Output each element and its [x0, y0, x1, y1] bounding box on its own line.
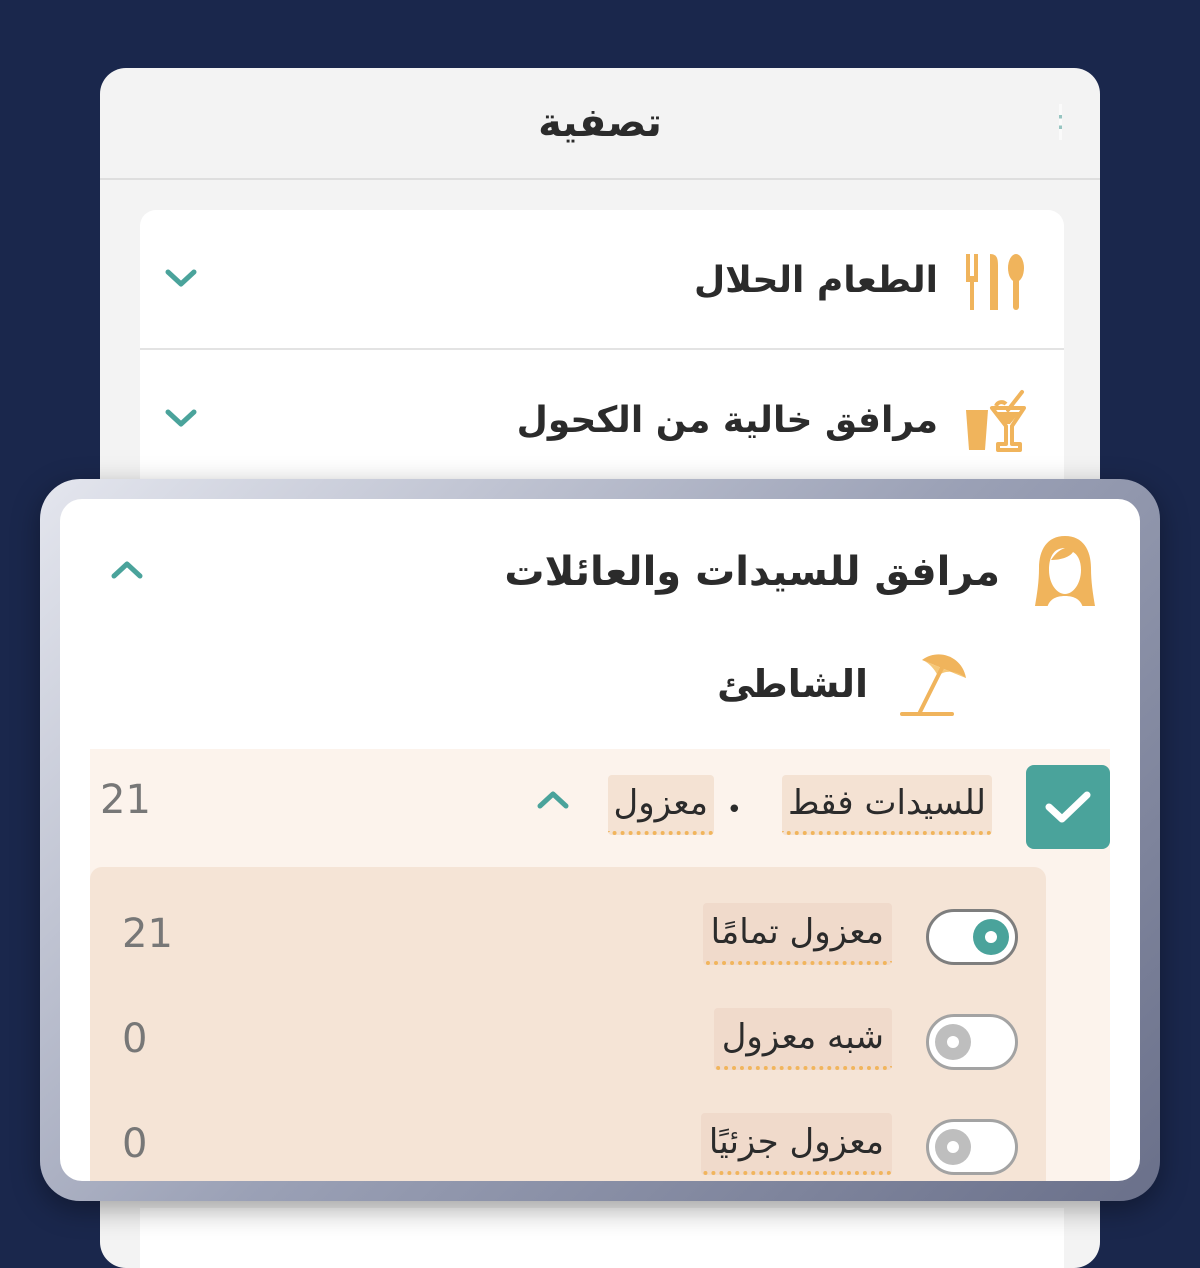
subcategory-label: الشاطئ: [717, 662, 868, 706]
tag-separator: •: [726, 795, 742, 825]
category-label: الطعام الحلال: [693, 259, 938, 301]
category-label: مرافق للسيدات والعائلات: [504, 549, 1000, 595]
level-label[interactable]: معزول تمامًا: [702, 903, 892, 965]
level-fully-isolated[interactable]: معزول تمامًا 21: [90, 887, 1046, 987]
beach-umbrella-icon: [898, 649, 970, 719]
toggle-knob: [935, 1129, 971, 1165]
category-alcohol-free-row[interactable]: مرافق خالية من الكحول: [164, 384, 1026, 456]
chevron-down-icon[interactable]: [164, 267, 198, 293]
checkmark-icon: [1045, 791, 1091, 823]
cutlery-icon: [962, 248, 1026, 312]
panel-title: تصفية: [538, 100, 662, 146]
toggle-knob: [973, 919, 1009, 955]
radio-toggle[interactable]: [926, 909, 1018, 965]
woman-icon: [1030, 532, 1100, 612]
isolation-levels: معزول تمامًا 21 شبه معزول 0 معزول جزئيًا…: [90, 867, 1046, 1181]
panel-header: تصفية: [100, 68, 1100, 180]
level-semi-isolated[interactable]: شبه معزول 0: [90, 992, 1046, 1092]
radio-toggle[interactable]: [926, 1014, 1018, 1070]
chevron-down-icon[interactable]: [164, 407, 198, 433]
option-women-only-isolated[interactable]: للسيدات فقط • معزول 21: [90, 749, 1110, 861]
tag-women-only[interactable]: للسيدات فقط: [781, 775, 992, 835]
level-label[interactable]: شبه معزول: [713, 1008, 892, 1070]
category-halal-row[interactable]: الطعام الحلال: [164, 244, 1026, 316]
mocktail-icon: [962, 388, 1026, 452]
category-halal-food[interactable]: الطعام الحلال: [140, 210, 1064, 350]
level-label[interactable]: معزول جزئيًا: [700, 1113, 892, 1175]
next-card-edge: [140, 1208, 1064, 1268]
category-women-row[interactable]: مرافق للسيدات والعائلات: [110, 517, 1100, 627]
scroll-indicator: [1059, 104, 1062, 140]
chevron-up-icon[interactable]: [536, 789, 570, 815]
toggle-knob: [935, 1024, 971, 1060]
tag-isolated[interactable]: معزول: [607, 775, 714, 835]
level-count: 0: [122, 1016, 148, 1062]
option-checkbox[interactable]: [1026, 765, 1110, 849]
level-count: 0: [122, 1121, 148, 1167]
level-count: 21: [122, 911, 173, 957]
radio-toggle[interactable]: [926, 1119, 1018, 1175]
category-label: مرافق خالية من الكحول: [516, 399, 938, 441]
chevron-up-icon[interactable]: [110, 559, 144, 585]
category-alcohol-free[interactable]: مرافق خالية من الكحول: [140, 350, 1064, 500]
level-partially-isolated[interactable]: معزول جزئيًا 0: [90, 1097, 1046, 1181]
category-women-families: مرافق للسيدات والعائلات الشاطئ للسيدات ف…: [60, 499, 1140, 1181]
option-count: 21: [100, 777, 151, 823]
highlight-frame: مرافق للسيدات والعائلات الشاطئ للسيدات ف…: [40, 479, 1160, 1201]
subcategory-beach: الشاطئ: [717, 649, 970, 719]
filter-options: للسيدات فقط • معزول 21 معزول تمامًا 21 ش…: [90, 749, 1110, 1181]
